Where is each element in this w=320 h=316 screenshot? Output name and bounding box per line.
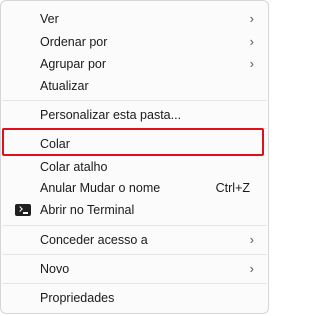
menu-separator xyxy=(2,283,267,284)
menu-separator xyxy=(2,100,267,101)
menu-item-label: Personalizar esta pasta... xyxy=(40,108,182,122)
menu-item-label: Anular Mudar o nome xyxy=(40,181,161,195)
chevron-right-icon: › xyxy=(249,11,254,26)
menu-item-label: Ver xyxy=(40,12,59,26)
menu-item-label: Agrupar por xyxy=(40,57,107,71)
menu-item-label: Conceder acesso a xyxy=(40,233,148,247)
context-menu: Ver › Ordenar por › Agrupar por › Atuali… xyxy=(0,0,269,314)
shortcut-label: Ctrl+Z xyxy=(215,181,250,195)
menu-item-label: Abrir no Terminal xyxy=(40,203,135,217)
terminal-icon xyxy=(15,204,31,216)
menu-item-label: Propriedades xyxy=(40,291,115,305)
menu-item-abrir-terminal[interactable]: Abrir no Terminal xyxy=(5,199,264,221)
menu-item-novo[interactable]: Novo › xyxy=(5,258,264,280)
menu-item-anular-mudar-nome[interactable]: Anular Mudar o nome Ctrl+Z xyxy=(5,177,264,199)
chevron-right-icon: › xyxy=(249,232,254,247)
menu-item-atualizar[interactable]: Atualizar xyxy=(5,75,264,97)
menu-item-propriedades[interactable]: Propriedades xyxy=(5,287,264,309)
menu-item-label: Ordenar por xyxy=(40,35,108,49)
chevron-right-icon: › xyxy=(249,34,254,49)
chevron-right-icon: › xyxy=(249,261,254,276)
menu-item-ver[interactable]: Ver › xyxy=(5,8,264,30)
menu-item-label: Colar atalho xyxy=(40,160,108,174)
chevron-right-icon: › xyxy=(249,56,254,71)
menu-item-agrupar-por[interactable]: Agrupar por › xyxy=(5,53,264,75)
menu-item-colar-atalho[interactable]: Colar atalho xyxy=(5,156,264,178)
menu-item-ordenar-por[interactable]: Ordenar por › xyxy=(5,31,264,53)
menu-separator xyxy=(2,225,267,226)
menu-separator xyxy=(2,254,267,255)
menu-item-personalizar-pasta[interactable]: Personalizar esta pasta... xyxy=(5,104,264,126)
menu-item-conceder-acesso[interactable]: Conceder acesso a › xyxy=(5,229,264,251)
menu-item-label: Novo xyxy=(40,262,70,276)
highlight-box xyxy=(2,128,264,156)
menu-item-label: Atualizar xyxy=(40,79,89,93)
